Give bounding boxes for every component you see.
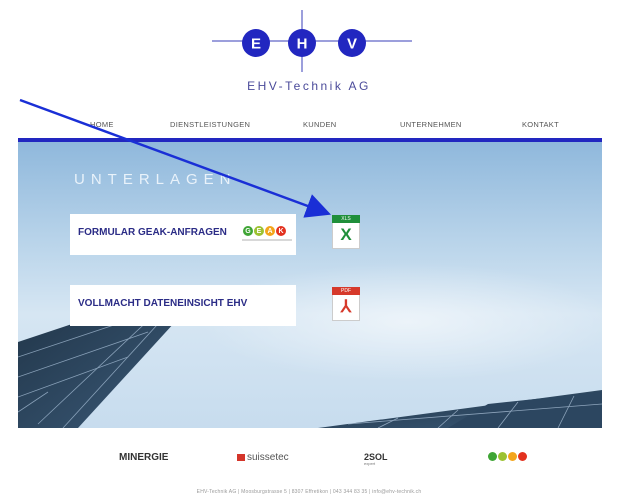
nav-item-home[interactable]: HOME: [90, 120, 114, 129]
logo-letter-e: E: [251, 36, 261, 53]
pdf-file-icon[interactable]: PDF ⅄: [332, 287, 360, 321]
document-card-geak[interactable]: FORMULAR GEAK-ANFRAGEN G E A K: [70, 214, 296, 255]
file-type-tab: XLS: [332, 215, 360, 223]
section-title: UNTERLAGEN: [74, 171, 237, 188]
geak-letter: E: [254, 226, 264, 236]
geak-badge-icon: [488, 452, 527, 461]
geak-letter: A: [265, 226, 275, 236]
document-card-vollmacht[interactable]: VOLLMACHT DATENEINSICHT EHV: [70, 285, 296, 326]
document-label: FORMULAR GEAK-ANFRAGEN: [78, 227, 227, 238]
document-label: VOLLMACHT DATENEINSICHT EHV: [78, 298, 248, 309]
nav-item-unternehmen[interactable]: UNTERNEHMEN: [400, 120, 462, 129]
2sol-logo[interactable]: 2SOL expert: [364, 452, 388, 466]
header-logo[interactable]: E H V EHV-Technik AG: [0, 0, 618, 100]
footer-contact: EHV-Technik AG | Moosburgstrasse 5 | 830…: [196, 489, 422, 495]
excel-file-icon[interactable]: XLS X: [332, 215, 360, 249]
geak-subline: [242, 239, 292, 241]
file-glyph: X: [340, 225, 352, 244]
suissetec-flag-icon: [237, 453, 245, 461]
geak-letter: K: [276, 226, 286, 236]
file-type-tab: PDF: [332, 287, 360, 295]
hero-banner: UNTERLAGEN FORMULAR GEAK-ANFRAGEN G E A …: [18, 142, 602, 428]
logo-letter-v: V: [347, 36, 357, 53]
company-name: EHV-Technik AG: [247, 79, 371, 93]
geak-logo[interactable]: [488, 452, 527, 464]
geak-badge-icon: G E A K: [243, 226, 286, 236]
nav-item-kontakt[interactable]: KONTAKT: [522, 120, 559, 129]
nav-item-dienstleistungen[interactable]: DIENSTLEISTUNGEN: [170, 120, 250, 129]
ehv-logo-icon: E H V: [212, 10, 412, 72]
suissetec-label: suissetec: [247, 452, 289, 463]
geak-letter: G: [243, 226, 253, 236]
nav-item-kunden[interactable]: KUNDEN: [303, 120, 336, 129]
partner-logos: MINERGIE suissetec 2SOL expert: [0, 448, 618, 472]
logo-letter-h: H: [297, 36, 308, 53]
minergie-logo[interactable]: MINERGIE: [119, 452, 168, 463]
suissetec-logo[interactable]: suissetec: [237, 452, 289, 463]
main-nav: HOME DIENSTLEISTUNGEN KUNDEN UNTERNEHMEN…: [0, 116, 618, 138]
file-glyph: ⅄: [340, 297, 352, 316]
